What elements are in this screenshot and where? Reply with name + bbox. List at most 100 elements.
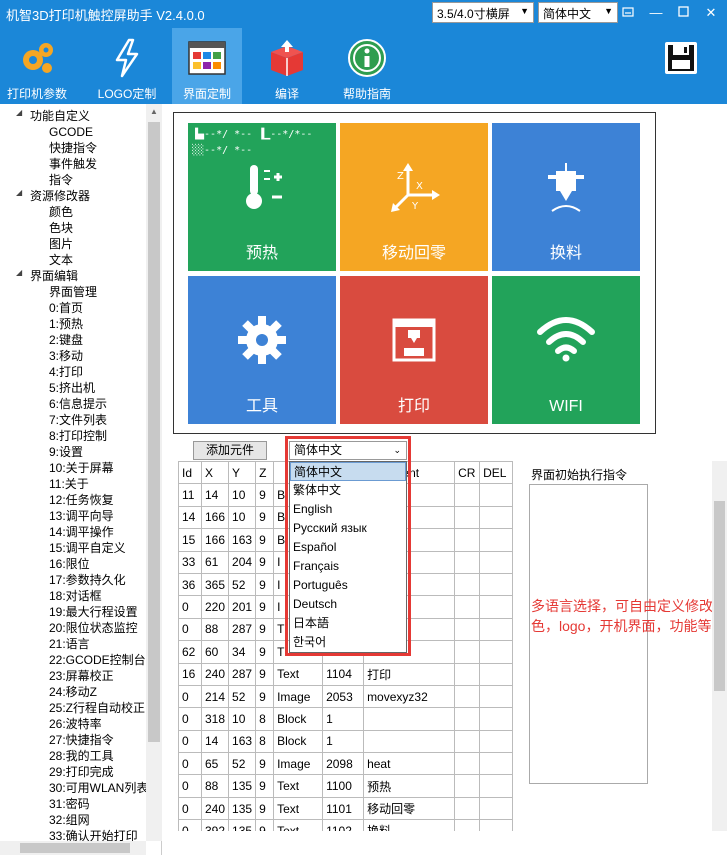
tree-vertical-scrollbar[interactable]: ▲ xyxy=(146,104,162,841)
tree-item[interactable]: 17:参数持久化 xyxy=(49,572,126,588)
table-cell[interactable] xyxy=(454,662,481,686)
tile-home[interactable]: Z X Y 移动回零 xyxy=(340,123,488,271)
table-cell[interactable]: 287 xyxy=(228,662,257,686)
language-option[interactable]: English xyxy=(290,500,406,519)
table-row[interactable]: 0 14 163 8 Block 1 xyxy=(178,729,514,754)
table-cell[interactable] xyxy=(454,595,481,619)
table-cell[interactable]: 287 xyxy=(228,617,257,642)
table-cell[interactable]: Text xyxy=(273,662,324,686)
tree-item[interactable]: 32:组网 xyxy=(49,812,90,828)
tool-save[interactable] xyxy=(656,28,706,104)
tile-print[interactable]: 打印 xyxy=(340,276,488,424)
table-cell[interactable]: 135 xyxy=(228,819,257,831)
table-cell[interactable]: 36 xyxy=(178,572,202,597)
table-cell[interactable]: 0 xyxy=(178,707,202,731)
table-cell[interactable]: Image xyxy=(273,752,324,776)
language-option[interactable]: 简体中文 xyxy=(290,462,406,481)
table-cell[interactable] xyxy=(479,684,514,709)
tool-ui-custom[interactable]: 界面定制 xyxy=(172,28,242,104)
table-cell[interactable]: 9 xyxy=(255,752,275,776)
table-cell[interactable]: 移动回零 xyxy=(363,796,456,821)
table-cell[interactable]: 88 xyxy=(200,774,230,798)
table-cell[interactable]: 0 xyxy=(178,729,202,754)
tree-item[interactable]: 界面编辑 xyxy=(30,268,78,284)
tree-item[interactable]: 9:设置 xyxy=(49,444,83,460)
table-cell[interactable]: 9 xyxy=(255,617,275,642)
table-cell[interactable]: 34 xyxy=(228,640,257,664)
table-cell[interactable] xyxy=(479,819,514,831)
table-cell[interactable]: 52 xyxy=(228,752,257,776)
table-cell[interactable]: 52 xyxy=(228,684,257,709)
table-cell[interactable]: 9 xyxy=(255,819,275,831)
tree-item[interactable]: 功能自定义 xyxy=(30,108,90,124)
column-header[interactable]: CR xyxy=(454,461,481,485)
table-cell[interactable]: 65 xyxy=(200,752,230,776)
table-cell[interactable]: 135 xyxy=(228,796,257,821)
table-cell[interactable] xyxy=(454,640,481,664)
table-cell[interactable]: 0 xyxy=(178,752,202,776)
table-cell[interactable]: Text xyxy=(273,796,324,821)
table-cell[interactable] xyxy=(479,729,514,754)
table-cell[interactable] xyxy=(479,640,514,664)
tree-item[interactable]: 界面管理 xyxy=(49,284,97,300)
table-cell[interactable] xyxy=(479,707,514,731)
table-cell[interactable]: 8 xyxy=(255,729,275,754)
table-cell[interactable]: 135 xyxy=(228,774,257,798)
table-cell[interactable]: 2053 xyxy=(322,684,365,709)
table-cell[interactable] xyxy=(454,483,481,507)
table-cell[interactable] xyxy=(454,550,481,574)
tree-item[interactable]: 快捷指令 xyxy=(49,140,97,156)
expander-icon[interactable]: ◢ xyxy=(16,188,25,197)
table-cell[interactable] xyxy=(454,684,481,709)
column-header[interactable]: DEL xyxy=(479,461,514,485)
table-cell[interactable] xyxy=(454,707,481,731)
table-cell[interactable]: 14 xyxy=(178,505,202,530)
tree-item[interactable]: 31:密码 xyxy=(49,796,90,812)
table-cell[interactable]: 240 xyxy=(200,662,230,686)
tree-item[interactable]: 15:调平自定义 xyxy=(49,540,126,556)
table-cell[interactable]: 166 xyxy=(200,505,230,530)
table-cell[interactable]: 9 xyxy=(255,483,275,507)
tree-item[interactable]: 16:限位 xyxy=(49,556,90,572)
tree-item[interactable]: 6:信息提示 xyxy=(49,396,107,412)
tree-item[interactable]: GCODE xyxy=(49,124,93,140)
table-cell[interactable] xyxy=(454,729,481,754)
table-cell[interactable]: Text xyxy=(273,774,324,798)
table-cell[interactable]: 9 xyxy=(255,595,275,619)
tile-filament[interactable]: 换料 xyxy=(492,123,640,271)
table-cell[interactable]: 9 xyxy=(255,505,275,530)
tree-item[interactable]: 24:移动Z xyxy=(49,684,97,700)
table-cell[interactable]: 14 xyxy=(200,729,230,754)
table-cell[interactable] xyxy=(454,572,481,597)
table-cell[interactable] xyxy=(479,595,514,619)
table-cell[interactable]: 0 xyxy=(178,595,202,619)
table-cell[interactable] xyxy=(479,662,514,686)
tree-item[interactable]: 19:最大行程设置 xyxy=(49,604,138,620)
minimize-button[interactable]: — xyxy=(645,3,667,23)
column-header[interactable]: X xyxy=(200,461,230,485)
table-cell[interactable]: 9 xyxy=(255,662,275,686)
table-cell[interactable]: 9 xyxy=(255,640,275,664)
table-cell[interactable]: 8 xyxy=(255,707,275,731)
tree-horizontal-scrollbar[interactable] xyxy=(0,841,146,855)
table-cell[interactable]: Image xyxy=(273,684,324,709)
tile-preheat[interactable]: ▐▄--*/ *-- ▐▁--*/*-- ░░--*/ *-- 预热 xyxy=(188,123,336,271)
table-cell[interactable] xyxy=(479,483,514,507)
scroll-thumb[interactable] xyxy=(148,122,160,742)
table-cell[interactable]: 214 xyxy=(200,684,230,709)
tree-item[interactable]: 3:移动 xyxy=(49,348,83,364)
table-cell[interactable]: 15 xyxy=(178,528,202,552)
table-cell[interactable]: 0 xyxy=(178,617,202,642)
table-cell[interactable]: 0 xyxy=(178,774,202,798)
table-cell[interactable] xyxy=(454,752,481,776)
table-cell[interactable] xyxy=(454,617,481,642)
expander-icon[interactable]: ◢ xyxy=(16,108,25,117)
table-cell[interactable] xyxy=(363,707,456,731)
table-cell[interactable]: 365 xyxy=(200,572,230,597)
screen-size-select[interactable]: 3.5/4.0寸横屏 ▼ xyxy=(432,2,534,23)
table-row[interactable]: 0 318 10 8 Block 1 xyxy=(178,707,514,731)
table-cell[interactable] xyxy=(454,528,481,552)
language-option[interactable]: Deutsch xyxy=(290,595,406,614)
table-cell[interactable] xyxy=(479,752,514,776)
table-cell[interactable] xyxy=(479,774,514,798)
